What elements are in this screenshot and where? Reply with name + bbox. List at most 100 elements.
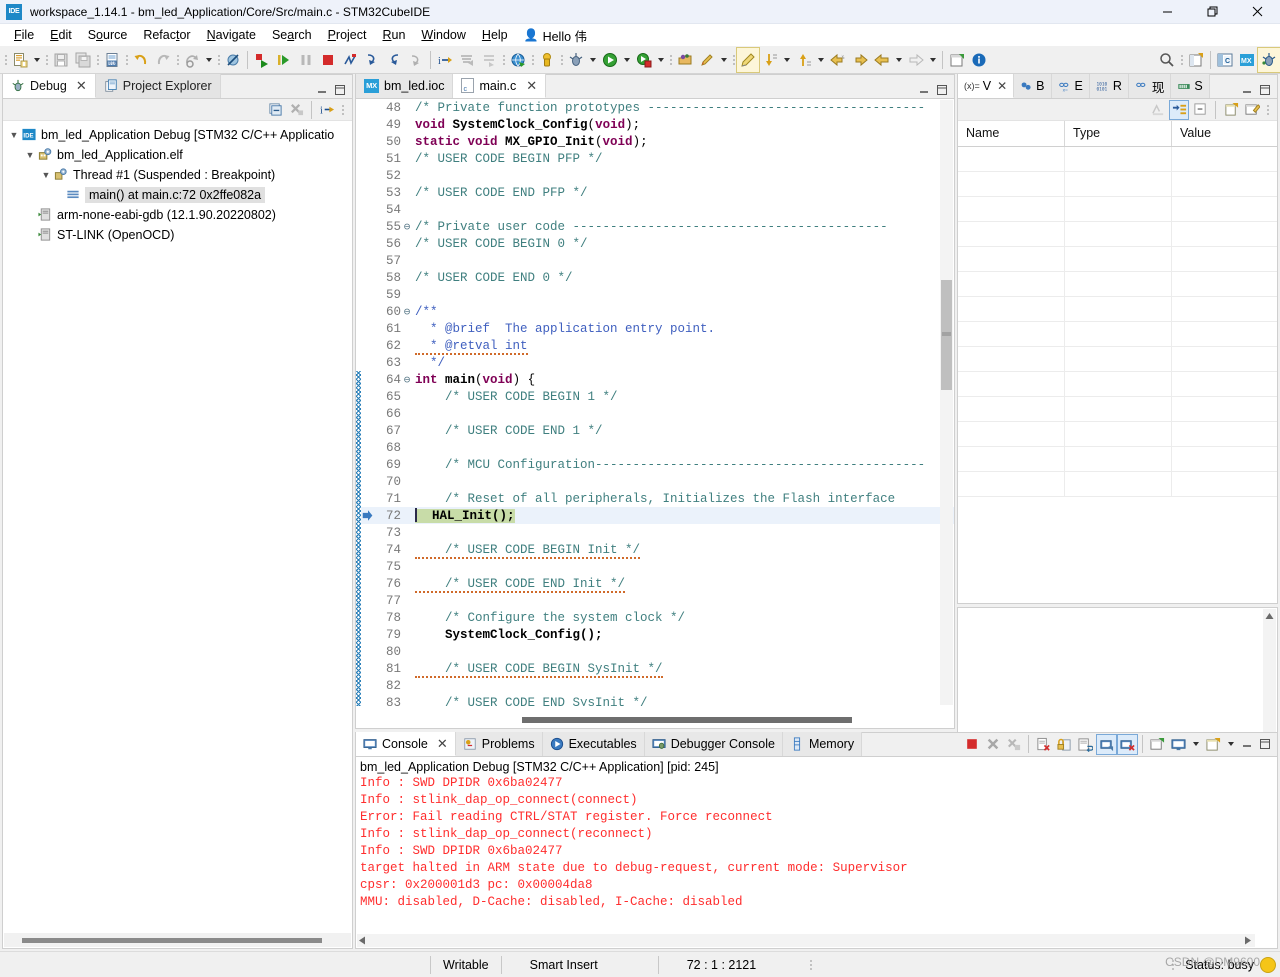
- undo-icon[interactable]: [130, 48, 152, 72]
- gutter-marker[interactable]: [361, 558, 375, 575]
- tab-registers[interactable]: 1010 0101 R: [1089, 74, 1129, 98]
- tab-main-c[interactable]: main.c ✕: [453, 74, 547, 98]
- minimize-icon[interactable]: [1145, 0, 1190, 24]
- status-more-icon[interactable]: [806, 959, 815, 970]
- code-text-area[interactable]: 48 /* Private function prototypes -------…: [356, 99, 954, 706]
- collapse-icon[interactable]: [1191, 101, 1209, 119]
- next-annotation-icon[interactable]: [759, 48, 781, 72]
- tree-item-launch[interactable]: ▼ IDE bm_led_Application Debug [STM32 C/…: [3, 125, 352, 145]
- open-console-icon[interactable]: [1204, 735, 1223, 754]
- gutter-marker[interactable]: [361, 660, 375, 677]
- run-launch-icon[interactable]: [599, 48, 621, 72]
- external-tools-icon[interactable]: [674, 48, 696, 72]
- gutter-marker[interactable]: [361, 473, 375, 490]
- code-line[interactable]: 75: [356, 558, 954, 575]
- code-line[interactable]: 63 */: [356, 354, 954, 371]
- tab-debug[interactable]: Debug ✕: [3, 74, 96, 98]
- gutter-marker[interactable]: [361, 422, 375, 439]
- gutter-marker[interactable]: [361, 592, 375, 609]
- step-into-icon[interactable]: [361, 48, 383, 72]
- minimize-icon[interactable]: [1239, 736, 1255, 752]
- table-row[interactable]: [958, 372, 1277, 397]
- gutter-marker[interactable]: [361, 116, 375, 133]
- menu-run[interactable]: Run: [374, 26, 413, 44]
- debug-dropdown-arrow[interactable]: [587, 48, 599, 72]
- scroll-lock-icon[interactable]: [1055, 735, 1074, 754]
- editor-hscroll-thumb[interactable]: [522, 717, 852, 723]
- user-account-button[interactable]: 👤 Hello 伟: [516, 24, 595, 47]
- terminate-icon[interactable]: [317, 48, 339, 72]
- chevron-right-icon[interactable]: [1243, 935, 1253, 946]
- open-perspective-icon[interactable]: [1185, 48, 1207, 72]
- gutter-marker[interactable]: [361, 99, 375, 116]
- restore-icon[interactable]: [1190, 0, 1235, 24]
- flash-download-icon[interactable]: [536, 48, 558, 72]
- build-dropdown-arrow[interactable]: [203, 48, 215, 72]
- table-row[interactable]: [958, 397, 1277, 422]
- table-row[interactable]: [958, 472, 1277, 497]
- code-line[interactable]: 77: [356, 592, 954, 609]
- step-over-icon[interactable]: [383, 48, 405, 72]
- code-line[interactable]: 70: [356, 473, 954, 490]
- run-external-dropdown-arrow[interactable]: [655, 48, 667, 72]
- chevron-down-icon[interactable]: ▼: [7, 130, 21, 140]
- mx-perspective-icon[interactable]: MX: [1236, 48, 1258, 72]
- menu-source[interactable]: Source: [80, 26, 136, 44]
- view-menu-icon[interactable]: [339, 98, 346, 122]
- save-all-icon[interactable]: [72, 48, 94, 72]
- code-line[interactable]: 83 /* USER CODE END SysInit */: [356, 694, 954, 706]
- gutter-marker[interactable]: [361, 677, 375, 694]
- code-line[interactable]: 79 SystemClock_Config();: [356, 626, 954, 643]
- gutter-marker[interactable]: [361, 252, 375, 269]
- prev-annotation-icon[interactable]: [793, 48, 815, 72]
- menu-navigate[interactable]: Navigate: [199, 26, 264, 44]
- tree-item-stackframe[interactable]: main() at main.c:72 0x2ffe082a: [3, 185, 352, 205]
- gutter-marker[interactable]: [361, 405, 375, 422]
- table-row[interactable]: [958, 447, 1277, 472]
- gutter-marker[interactable]: [361, 541, 375, 558]
- gutter-marker[interactable]: [361, 609, 375, 626]
- variables-rows[interactable]: [958, 147, 1277, 497]
- gutter-marker[interactable]: [361, 150, 375, 167]
- run-external-icon[interactable]: [633, 48, 655, 72]
- gutter-marker[interactable]: [361, 371, 375, 388]
- debug-tree-hscroll-thumb[interactable]: [22, 937, 322, 943]
- maximize-icon[interactable]: [934, 82, 950, 98]
- next-annotation-dropdown-arrow[interactable]: [781, 48, 793, 72]
- code-line[interactable]: 67 /* USER CODE END 1 */: [356, 422, 954, 439]
- column-name[interactable]: Name: [958, 121, 1065, 146]
- code-line[interactable]: 74 /* USER CODE BEGIN Init */: [356, 541, 954, 559]
- console-hscrollbar[interactable]: [357, 934, 1255, 947]
- remove-launch-icon[interactable]: [983, 735, 1002, 754]
- next-edit-location-icon[interactable]: [849, 48, 871, 72]
- pin-console-icon[interactable]: [1148, 735, 1167, 754]
- build-icon[interactable]: [181, 48, 203, 72]
- menu-file[interactable]: File: [6, 26, 42, 44]
- gutter-marker[interactable]: [361, 184, 375, 201]
- code-line[interactable]: 64 ⊖ int main(void) {: [356, 371, 954, 388]
- close-icon[interactable]: ✕: [437, 736, 448, 752]
- chevron-left-icon[interactable]: [357, 935, 367, 946]
- menu-edit[interactable]: Edit: [42, 26, 80, 44]
- code-line[interactable]: 80: [356, 643, 954, 660]
- fold-collapse-icon[interactable]: ⊖: [401, 220, 413, 234]
- gutter-marker[interactable]: [361, 201, 375, 218]
- view-menu-icon[interactable]: [1264, 98, 1271, 122]
- toolbar-drag-handle[interactable]: [2, 48, 9, 72]
- menu-refactor[interactable]: Refactor: [135, 26, 198, 44]
- c-perspective-icon[interactable]: C: [1214, 48, 1236, 72]
- code-line[interactable]: 60 ⊖/**: [356, 303, 954, 320]
- instruction-stepping-icon[interactable]: i: [434, 48, 456, 72]
- table-row[interactable]: [958, 347, 1277, 372]
- open-console-dropdown-arrow[interactable]: [1225, 732, 1237, 756]
- edit-value-icon[interactable]: [1243, 101, 1261, 119]
- maximize-icon[interactable]: [1257, 736, 1273, 752]
- code-line[interactable]: 56 /* USER CODE BEGIN 0 */: [356, 235, 954, 252]
- run-to-line-icon[interactable]: [273, 48, 295, 72]
- close-icon[interactable]: ✕: [76, 78, 87, 94]
- debug-tree-hscrollbar[interactable]: [4, 933, 351, 947]
- new-icon[interactable]: [9, 48, 31, 72]
- suspend-icon[interactable]: [295, 48, 317, 72]
- tree-item-elf[interactable]: ▼ bm_led_Application.elf: [3, 145, 352, 165]
- fold-collapse-icon[interactable]: ⊖: [401, 373, 413, 387]
